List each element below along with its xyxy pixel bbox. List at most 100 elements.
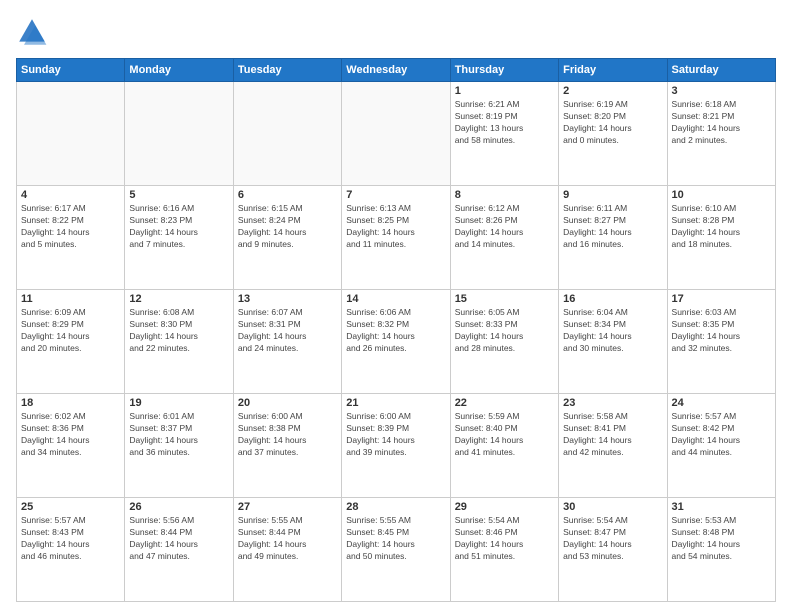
day-info: Sunrise: 6:18 AM Sunset: 8:21 PM Dayligh…	[672, 99, 771, 147]
calendar-cell: 28 Sunrise: 5:55 AM Sunset: 8:45 PM Dayli…	[342, 498, 450, 602]
day-info: Sunrise: 5:55 AM Sunset: 8:45 PM Dayligh…	[346, 515, 445, 563]
calendar-cell: 12 Sunrise: 6:08 AM Sunset: 8:30 PM Dayli…	[125, 290, 233, 394]
day-number: 22	[455, 397, 554, 409]
day-number: 9	[563, 189, 662, 201]
day-number: 12	[129, 293, 228, 305]
calendar-cell: 8 Sunrise: 6:12 AM Sunset: 8:26 PM Daylig…	[450, 186, 558, 290]
calendar-cell: 16 Sunrise: 6:04 AM Sunset: 8:34 PM Dayli…	[559, 290, 667, 394]
calendar-week-row: 1 Sunrise: 6:21 AM Sunset: 8:19 PM Daylig…	[17, 82, 776, 186]
calendar-cell: 4 Sunrise: 6:17 AM Sunset: 8:22 PM Daylig…	[17, 186, 125, 290]
day-number: 8	[455, 189, 554, 201]
calendar-cell: 2 Sunrise: 6:19 AM Sunset: 8:20 PM Daylig…	[559, 82, 667, 186]
calendar-cell	[17, 82, 125, 186]
day-number: 13	[238, 293, 337, 305]
day-number: 14	[346, 293, 445, 305]
day-number: 6	[238, 189, 337, 201]
weekday-header: Monday	[125, 59, 233, 82]
day-number: 21	[346, 397, 445, 409]
calendar-cell	[233, 82, 341, 186]
weekday-header: Thursday	[450, 59, 558, 82]
day-number: 3	[672, 85, 771, 97]
day-info: Sunrise: 6:17 AM Sunset: 8:22 PM Dayligh…	[21, 203, 120, 251]
day-info: Sunrise: 6:21 AM Sunset: 8:19 PM Dayligh…	[455, 99, 554, 147]
day-info: Sunrise: 5:57 AM Sunset: 8:43 PM Dayligh…	[21, 515, 120, 563]
day-number: 25	[21, 501, 120, 513]
weekday-header: Saturday	[667, 59, 775, 82]
logo-icon	[16, 16, 48, 48]
day-info: Sunrise: 6:01 AM Sunset: 8:37 PM Dayligh…	[129, 411, 228, 459]
day-info: Sunrise: 6:10 AM Sunset: 8:28 PM Dayligh…	[672, 203, 771, 251]
day-number: 17	[672, 293, 771, 305]
day-info: Sunrise: 6:00 AM Sunset: 8:39 PM Dayligh…	[346, 411, 445, 459]
calendar-cell: 26 Sunrise: 5:56 AM Sunset: 8:44 PM Dayli…	[125, 498, 233, 602]
day-info: Sunrise: 6:04 AM Sunset: 8:34 PM Dayligh…	[563, 307, 662, 355]
day-info: Sunrise: 5:53 AM Sunset: 8:48 PM Dayligh…	[672, 515, 771, 563]
weekday-header: Friday	[559, 59, 667, 82]
day-number: 15	[455, 293, 554, 305]
day-info: Sunrise: 6:02 AM Sunset: 8:36 PM Dayligh…	[21, 411, 120, 459]
calendar-cell: 20Sunrise: 6:00 AM Sunset: 8:38 PM Dayli…	[233, 394, 341, 498]
day-number: 28	[346, 501, 445, 513]
day-number: 11	[21, 293, 120, 305]
calendar-cell: 9 Sunrise: 6:11 AM Sunset: 8:27 PM Daylig…	[559, 186, 667, 290]
calendar-cell: 7 Sunrise: 6:13 AM Sunset: 8:25 PM Daylig…	[342, 186, 450, 290]
calendar-week-row: 4 Sunrise: 6:17 AM Sunset: 8:22 PM Daylig…	[17, 186, 776, 290]
day-info: Sunrise: 5:54 AM Sunset: 8:46 PM Dayligh…	[455, 515, 554, 563]
day-number: 26	[129, 501, 228, 513]
day-info: Sunrise: 6:03 AM Sunset: 8:35 PM Dayligh…	[672, 307, 771, 355]
day-number: 2	[563, 85, 662, 97]
calendar-cell: 1 Sunrise: 6:21 AM Sunset: 8:19 PM Daylig…	[450, 82, 558, 186]
calendar-cell: 13Sunrise: 6:07 AM Sunset: 8:31 PM Dayli…	[233, 290, 341, 394]
weekday-header: Wednesday	[342, 59, 450, 82]
calendar-week-row: 11 Sunrise: 6:09 AM Sunset: 8:29 PM Dayli…	[17, 290, 776, 394]
calendar-week-row: 25 Sunrise: 5:57 AM Sunset: 8:43 PM Dayli…	[17, 498, 776, 602]
day-number: 10	[672, 189, 771, 201]
day-info: Sunrise: 6:15 AM Sunset: 8:24 PM Dayligh…	[238, 203, 337, 251]
day-number: 24	[672, 397, 771, 409]
day-info: Sunrise: 5:56 AM Sunset: 8:44 PM Dayligh…	[129, 515, 228, 563]
calendar-cell: 5 Sunrise: 6:16 AM Sunset: 8:23 PM Daylig…	[125, 186, 233, 290]
day-info: Sunrise: 6:19 AM Sunset: 8:20 PM Dayligh…	[563, 99, 662, 147]
day-number: 29	[455, 501, 554, 513]
day-number: 4	[21, 189, 120, 201]
weekday-header: Sunday	[17, 59, 125, 82]
day-info: Sunrise: 6:00 AM Sunset: 8:38 PM Dayligh…	[238, 411, 337, 459]
day-number: 30	[563, 501, 662, 513]
calendar-cell: 24 Sunrise: 5:57 AM Sunset: 8:42 PM Dayli…	[667, 394, 775, 498]
calendar-cell: 23 Sunrise: 5:58 AM Sunset: 8:41 PM Dayli…	[559, 394, 667, 498]
day-number: 31	[672, 501, 771, 513]
day-info: Sunrise: 6:12 AM Sunset: 8:26 PM Dayligh…	[455, 203, 554, 251]
calendar-cell: 21 Sunrise: 6:00 AM Sunset: 8:39 PM Dayli…	[342, 394, 450, 498]
day-number: 19	[129, 397, 228, 409]
calendar-cell: 22 Sunrise: 5:59 AM Sunset: 8:40 PM Dayli…	[450, 394, 558, 498]
day-number: 23	[563, 397, 662, 409]
calendar-cell: 27 Sunrise: 5:55 AM Sunset: 8:44 PM Dayli…	[233, 498, 341, 602]
day-info: Sunrise: 6:11 AM Sunset: 8:27 PM Dayligh…	[563, 203, 662, 251]
calendar-cell: 17 Sunrise: 6:03 AM Sunset: 8:35 PM Dayli…	[667, 290, 775, 394]
day-info: Sunrise: 6:09 AM Sunset: 8:29 PM Dayligh…	[21, 307, 120, 355]
day-info: Sunrise: 6:08 AM Sunset: 8:30 PM Dayligh…	[129, 307, 228, 355]
day-info: Sunrise: 5:59 AM Sunset: 8:40 PM Dayligh…	[455, 411, 554, 459]
day-info: Sunrise: 5:55 AM Sunset: 8:44 PM Dayligh…	[238, 515, 337, 563]
day-info: Sunrise: 6:16 AM Sunset: 8:23 PM Dayligh…	[129, 203, 228, 251]
calendar-cell: 18 Sunrise: 6:02 AM Sunset: 8:36 PM Dayli…	[17, 394, 125, 498]
day-info: Sunrise: 5:57 AM Sunset: 8:42 PM Dayligh…	[672, 411, 771, 459]
header	[16, 16, 776, 48]
day-info: Sunrise: 6:13 AM Sunset: 8:25 PM Dayligh…	[346, 203, 445, 251]
calendar-header-row: SundayMondayTuesdayWednesdayThursdayFrid…	[17, 59, 776, 82]
day-info: Sunrise: 5:58 AM Sunset: 8:41 PM Dayligh…	[563, 411, 662, 459]
day-number: 16	[563, 293, 662, 305]
day-number: 7	[346, 189, 445, 201]
calendar-cell	[342, 82, 450, 186]
calendar-cell: 15Sunrise: 6:05 AM Sunset: 8:33 PM Dayli…	[450, 290, 558, 394]
day-number: 27	[238, 501, 337, 513]
page: SundayMondayTuesdayWednesdayThursdayFrid…	[0, 0, 792, 612]
calendar-cell: 3 Sunrise: 6:18 AM Sunset: 8:21 PM Daylig…	[667, 82, 775, 186]
day-info: Sunrise: 6:06 AM Sunset: 8:32 PM Dayligh…	[346, 307, 445, 355]
calendar-cell: 30Sunrise: 5:54 AM Sunset: 8:47 PM Dayli…	[559, 498, 667, 602]
calendar-week-row: 18 Sunrise: 6:02 AM Sunset: 8:36 PM Dayli…	[17, 394, 776, 498]
day-number: 5	[129, 189, 228, 201]
day-number: 18	[21, 397, 120, 409]
day-number: 1	[455, 85, 554, 97]
logo	[16, 16, 52, 48]
